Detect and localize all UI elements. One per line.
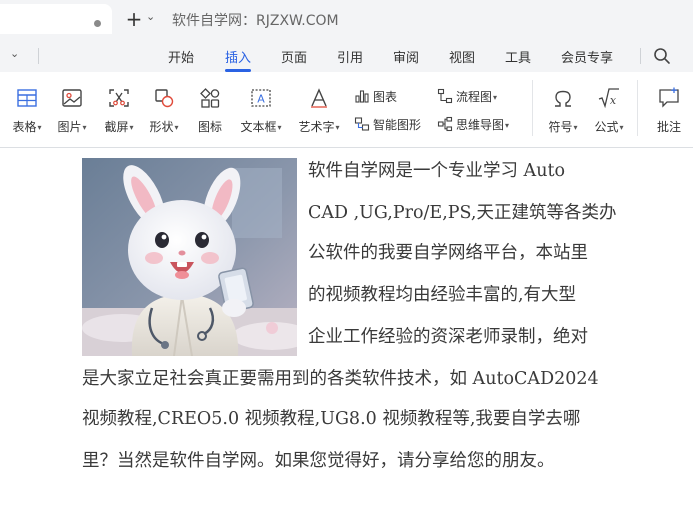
chevron-down-icon[interactable]: ⌄ (146, 10, 155, 23)
shape-label: 形状 (149, 120, 174, 134)
caret-down-icon: ▾ (493, 93, 498, 102)
paragraph-line: CAD ,UG,Pro/E,PS,天正建筑等各类办 (308, 203, 617, 223)
omega-icon (555, 90, 571, 107)
insert-smartart-button[interactable]: 智能图形 (354, 116, 421, 136)
insert-mindmap-button[interactable]: 思维导图▾ (437, 116, 509, 136)
caret-down-icon: ▾ (82, 123, 87, 132)
paragraph-line: 是大家立足社会真正要需用到的各类软件技术，如 AutoCAD2024 (82, 369, 599, 389)
paragraph-line: 公软件的我要自学网络平台，本站里 (308, 243, 588, 263)
insert-icon-button[interactable]: 图标 (190, 80, 230, 140)
icons-grid-icon (200, 88, 220, 108)
insert-comment-button[interactable]: 批注 (648, 80, 690, 140)
paragraph-line: 的视频教程均由经验丰富的,有大型 (308, 285, 577, 305)
formula-icon: x (598, 88, 619, 109)
caret-down-icon: ▾ (619, 123, 624, 132)
paragraph-line: 企业工作经验的资深老师录制，绝对 (308, 327, 588, 347)
table-icon (17, 89, 37, 107)
insert-picture-button[interactable]: 图片▾ (52, 80, 92, 140)
tab-tools[interactable]: 工具 (505, 47, 531, 66)
wordart-icon (311, 88, 327, 108)
insert-chart-button[interactable]: 图表 (354, 88, 397, 108)
flowchart-icon (437, 88, 453, 104)
flowchart-label: 流程图 (456, 90, 493, 104)
mindmap-label: 思维导图 (456, 118, 505, 132)
formula-label: 公式 (594, 120, 619, 134)
screenshot-label: 截屏 (104, 120, 129, 134)
paragraph-line: 软件自学网是一个专业学习 Auto (308, 161, 566, 181)
icon-label: 图标 (197, 120, 222, 134)
caret-down-icon: ▾ (129, 123, 134, 132)
menu-bar: ⌄ 开始 插入 页面 引用 审阅 视图 工具 会员专享 (0, 40, 693, 72)
tab-review[interactable]: 审阅 (393, 47, 419, 66)
tab-home[interactable]: 开始 (168, 47, 194, 66)
tab-references[interactable]: 引用 (337, 47, 363, 66)
picture-icon (62, 89, 82, 107)
title-bar: + ⌄ 软件自学网：RJZXW.COM (0, 0, 693, 40)
insert-textbox-button[interactable]: A 文本框▾ (236, 80, 286, 140)
tab-insert[interactable]: 插入 (225, 47, 251, 66)
caret-down-icon: ▾ (174, 123, 179, 132)
window-title: 软件自学网：RJZXW.COM (172, 13, 339, 29)
smartart-icon (354, 117, 370, 131)
chevron-down-icon[interactable]: ⌄ (10, 47, 19, 60)
comment-icon (659, 87, 679, 108)
new-tab-button[interactable]: + (124, 8, 144, 30)
caret-down-icon: ▾ (277, 123, 282, 132)
caret-down-icon: ▾ (573, 123, 578, 132)
picture-label: 图片 (57, 120, 82, 134)
paragraph-line: 视频教程,CREO5.0 视频教程,UG8.0 视频教程等,我要自学去哪 (82, 409, 581, 429)
textbox-label: 文本框 (240, 120, 277, 134)
caret-down-icon: ▾ (505, 121, 510, 130)
textbox-icon: A (251, 89, 271, 107)
mindmap-icon (437, 116, 453, 132)
svg-text:x: x (610, 94, 617, 107)
divider (38, 48, 39, 64)
shapes-icon (155, 89, 174, 108)
divider (637, 80, 638, 136)
caret-down-icon: ▾ (335, 123, 340, 132)
wordart-label: 艺术字 (298, 120, 335, 134)
insert-shape-button[interactable]: 形状▾ (144, 80, 184, 140)
document-canvas[interactable]: 软件自学网是一个专业学习 Auto CAD ,UG,Pro/E,PS,天正建筑等… (0, 149, 693, 505)
scissors-icon (109, 89, 129, 107)
paragraph-line: 里？当然是软件自学网。如果您觉得好，请分享给您的朋友。 (82, 451, 555, 471)
divider (640, 48, 641, 64)
chart-label: 图表 (373, 90, 398, 104)
tab-page[interactable]: 页面 (281, 47, 307, 66)
search-icon[interactable] (652, 46, 672, 66)
bunny-doctor-image[interactable] (82, 158, 297, 356)
document-tab[interactable] (0, 4, 112, 34)
symbol-label: 符号 (548, 120, 573, 134)
ribbon-toolbar: 表格▾ 图片▾ 截屏▾ 形状▾ 图标 A 文本框▾ 艺术字▾ 图表 智能图形 流… (0, 72, 693, 148)
tab-view[interactable]: 视图 (449, 47, 475, 66)
insert-formula-button[interactable]: x 公式▾ (588, 80, 630, 140)
tab-member[interactable]: 会员专享 (561, 47, 613, 66)
bar-chart-icon (355, 90, 369, 103)
insert-wordart-button[interactable]: 艺术字▾ (294, 80, 344, 140)
smartart-label: 智能图形 (373, 118, 422, 132)
svg-text:A: A (257, 93, 265, 106)
divider (532, 80, 533, 136)
caret-down-icon: ▾ (37, 123, 42, 132)
insert-table-button[interactable]: 表格▾ (6, 80, 48, 140)
unsaved-dot-icon[interactable] (94, 20, 101, 27)
comment-label: 批注 (656, 120, 681, 134)
insert-flowchart-button[interactable]: 流程图▾ (437, 88, 497, 108)
screenshot-button[interactable]: 截屏▾ (98, 80, 140, 140)
insert-symbol-button[interactable]: 符号▾ (542, 80, 584, 140)
table-label: 表格 (12, 120, 37, 134)
